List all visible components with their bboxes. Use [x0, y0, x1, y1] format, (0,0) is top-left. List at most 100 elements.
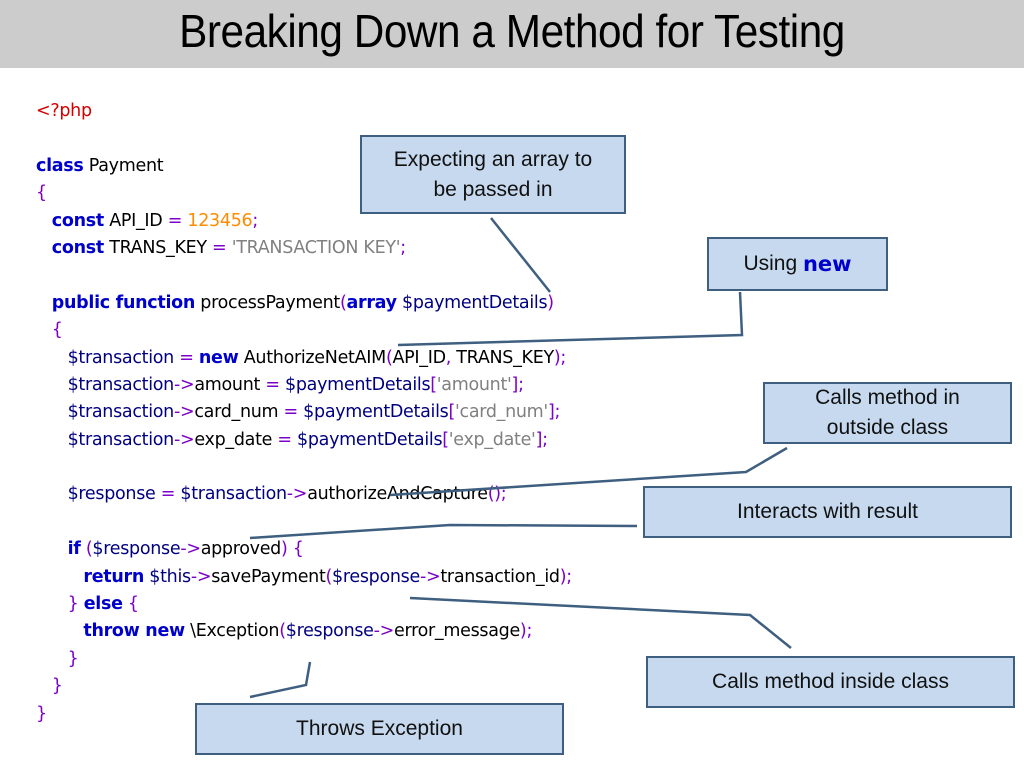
code-token-kw: new: [198, 347, 239, 368]
code-token-op: );: [519, 621, 533, 642]
code-line: $transaction->card_num = $paymentDetails…: [36, 399, 572, 426]
code-token-var: $this: [144, 566, 191, 587]
code-token-op: {: [292, 539, 304, 560]
code-token-ident: [36, 594, 68, 614]
code-token-ident: [36, 649, 68, 669]
code-line: {: [36, 317, 572, 344]
code-token-op: =: [179, 347, 194, 368]
code-token-op: }: [36, 703, 47, 724]
code-line: if ($response->approved) {: [36, 536, 572, 563]
code-token-op: ->: [286, 484, 308, 505]
code-token-op: }: [67, 594, 79, 615]
code-token-op: );: [559, 566, 572, 587]
code-token-var: $paymentDetails: [297, 402, 449, 423]
callout-outside-line2: outside class: [826, 416, 949, 439]
code-token-ident: TRANS_KEY: [103, 237, 213, 258]
code-token-op: ;: [400, 237, 406, 258]
code-line: }: [36, 646, 572, 673]
code-token-op: {: [51, 320, 63, 341]
code-line: } else {: [36, 591, 572, 618]
code-token-op: ];: [535, 429, 548, 450]
code-token-ident: [36, 238, 52, 258]
callout-calls-inside: Calls method inside class: [646, 656, 1015, 708]
code-token-op: ->: [180, 539, 201, 560]
code-token-op: ;: [252, 210, 259, 231]
code-token-ident: error_message: [394, 621, 520, 642]
code-token-str: 'TRANSACTION KEY': [231, 237, 401, 258]
code-token-ident: API_ID: [392, 347, 446, 368]
code-token-var: $transaction: [67, 402, 175, 423]
code-token-ident: TRANS_KEY: [451, 347, 554, 368]
code-token-op: ->: [373, 621, 395, 642]
code-token-op: ->: [173, 374, 195, 395]
code-token-kw: else: [83, 594, 123, 615]
code-token-ident: [36, 402, 68, 422]
callout-array-line2: be passed in: [433, 177, 553, 201]
code-line: <?php: [36, 98, 572, 125]
title-bar: Breaking Down a Method for Testing: [0, 0, 1024, 68]
code-token-op: =: [160, 484, 176, 505]
callout-new-keyword: new: [802, 252, 852, 276]
code-line: $transaction->exp_date = $paymentDetails…: [36, 427, 572, 454]
code-token-ident: amount: [194, 374, 266, 395]
code-token-ident: \Exception: [184, 621, 280, 642]
code-token-var: $paymentDetails: [279, 374, 431, 395]
code-token-var: $response: [92, 539, 181, 560]
code-token-kw: array: [346, 292, 398, 313]
code-line: throw new \Exception($response->error_me…: [36, 618, 572, 645]
code-token-ident: [36, 375, 68, 395]
callout-throws-exception: Throws Exception: [195, 703, 564, 755]
code-token-num: 123456: [187, 210, 253, 231]
code-token-str: 'amount': [436, 374, 512, 395]
code-token-op: ): [547, 292, 554, 313]
code-token-ident: [36, 484, 68, 504]
code-token-ident: [36, 621, 83, 641]
code-token-op: {: [36, 183, 47, 204]
callout-new-prefix: Using: [743, 252, 803, 275]
code-token-str: 'card_num': [454, 402, 548, 423]
code-token-ident: processPayment: [195, 292, 340, 313]
code-line: return $this->savePayment($response->tra…: [36, 564, 572, 591]
code-token-op: ->: [173, 402, 195, 423]
code-token-op: =: [212, 237, 227, 258]
code-token-ident: API_ID: [103, 210, 168, 231]
code-token-op: =: [167, 210, 183, 231]
callout-exception-text: Throws Exception: [296, 717, 463, 740]
code-token-ident: [36, 348, 68, 368]
code-token-var: $response: [285, 621, 374, 642]
code-token-var: $response: [67, 484, 156, 505]
code-token-var: $paymentDetails: [396, 292, 548, 313]
code-token-var: $transaction: [67, 374, 175, 395]
code-token-op: {: [127, 594, 139, 615]
code-token-kw: const: [51, 210, 104, 231]
code-token-op: ];: [511, 374, 524, 395]
code-line: $transaction = new AuthorizeNetAIM(API_I…: [36, 345, 572, 372]
code-token-op: }: [67, 648, 79, 669]
code-line: public function processPayment(array $pa…: [36, 290, 572, 317]
code-line: }: [36, 673, 572, 700]
code-token-kw: throw new: [83, 621, 185, 642]
code-token-tag: <?php: [36, 101, 92, 121]
code-token-op: ];: [547, 402, 561, 423]
code-token-ident: authorizeAndCapture: [307, 484, 488, 505]
code-token-ident: [36, 676, 52, 696]
code-token-kw: if: [67, 539, 81, 560]
code-token-ident: [36, 320, 52, 340]
code-token-var: $response: [332, 566, 420, 587]
code-token-ident: [36, 567, 83, 587]
code-token-op: =: [277, 429, 292, 450]
code-token-ident: [36, 211, 52, 231]
code-token-op: =: [283, 402, 299, 423]
code-token-ident: AuthorizeNetAIM: [238, 347, 387, 368]
code-token-op: ->: [419, 566, 441, 587]
code-token-kw: public function: [51, 292, 196, 313]
code-line: const TRANS_KEY = 'TRANSACTION KEY';: [36, 235, 572, 262]
code-token-var: $paymentDetails: [291, 429, 443, 450]
code-token-kw: const: [51, 237, 104, 258]
code-token-ident: transaction_id: [440, 566, 560, 587]
callout-calls-outside: Calls method in outside class: [763, 382, 1012, 444]
callout-interacts-result: Interacts with result: [643, 486, 1012, 538]
callout-outside-line1: Calls method in: [815, 386, 960, 409]
